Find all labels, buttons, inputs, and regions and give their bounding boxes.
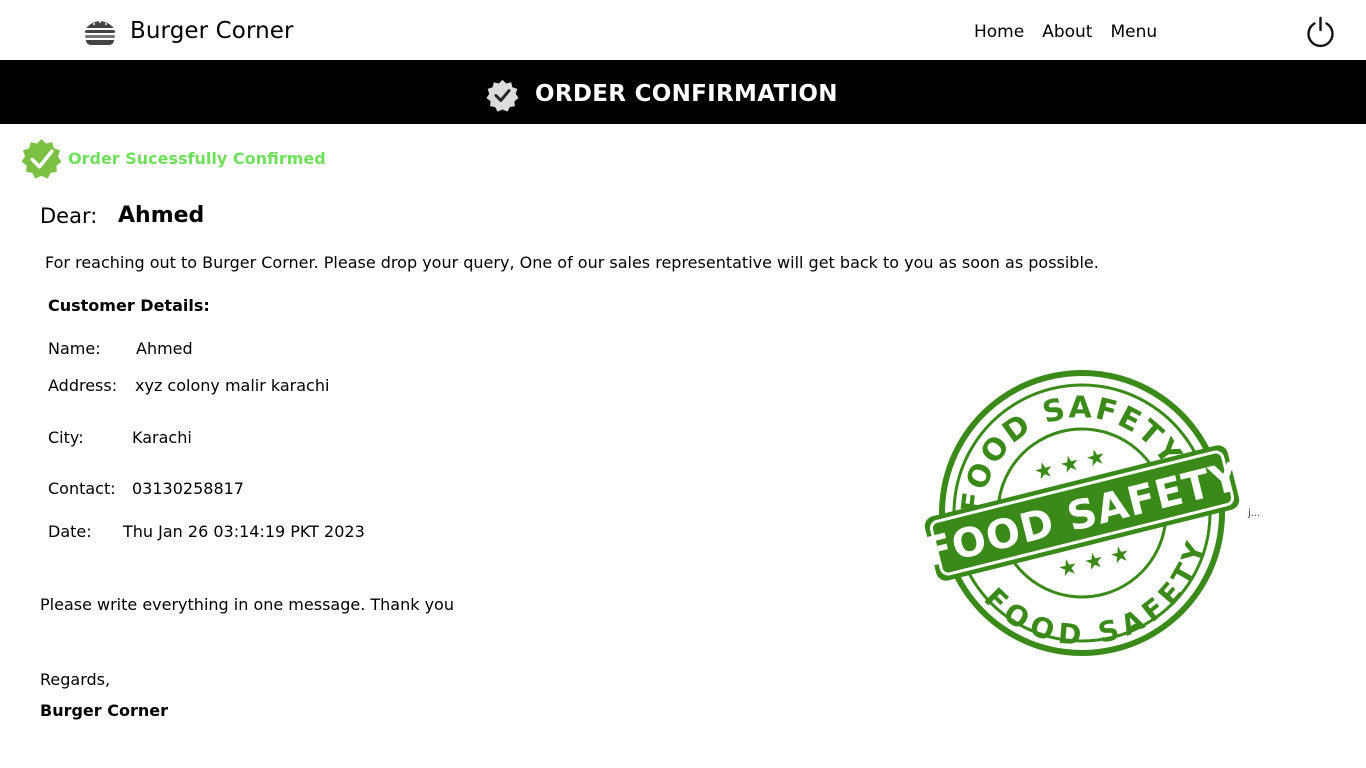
signature-text: Burger Corner bbox=[40, 701, 168, 720]
city-value: Karachi bbox=[132, 428, 192, 447]
customer-details-title: Customer Details: bbox=[48, 296, 210, 315]
name-value: Ahmed bbox=[136, 339, 193, 358]
contact-value: 03130258817 bbox=[132, 479, 244, 498]
greeting-name: Ahmed bbox=[118, 203, 205, 228]
check-badge-icon bbox=[21, 139, 62, 179]
nav-home-link[interactable]: Home bbox=[974, 22, 1024, 42]
burger-icon bbox=[85, 21, 115, 45]
intro-text: For reaching out to Burger Corner. Pleas… bbox=[45, 253, 1099, 272]
date-value: Thu Jan 26 03:14:19 PKT 2023 bbox=[123, 522, 365, 541]
nav-links: Home About Menu bbox=[974, 22, 1157, 42]
address-label: Address: bbox=[48, 376, 118, 395]
nav-about-link[interactable]: About bbox=[1042, 22, 1092, 42]
name-label: Name: bbox=[48, 339, 101, 358]
date-label: Date: bbox=[48, 522, 92, 541]
navbar: Burger Corner Home About Menu bbox=[0, 0, 1366, 60]
verified-badge-icon bbox=[486, 79, 519, 112]
contact-label: Contact: bbox=[48, 479, 116, 498]
greeting-label: Dear: bbox=[40, 204, 98, 228]
power-icon[interactable] bbox=[1304, 16, 1337, 49]
brand-link[interactable]: Burger Corner bbox=[84, 14, 294, 48]
regards-text: Regards, bbox=[40, 670, 111, 689]
brand-name: Burger Corner bbox=[130, 18, 294, 44]
note-text: Please write everything in one message. … bbox=[40, 595, 454, 614]
banner-title: ORDER CONFIRMATION bbox=[535, 81, 838, 107]
food-safety-stamp-image: FOOD SAFETY FOOD SAFETY ★ ★ ★ ★ ★ ★ FOOD… bbox=[920, 370, 1240, 660]
broken-image-alt-text: j... bbox=[1248, 508, 1261, 519]
address-value: xyz colony malir karachi bbox=[135, 376, 330, 395]
nav-menu-link[interactable]: Menu bbox=[1110, 22, 1157, 42]
order-status-text: Order Sucessfully Confirmed bbox=[68, 149, 326, 168]
city-label: City: bbox=[48, 428, 84, 447]
